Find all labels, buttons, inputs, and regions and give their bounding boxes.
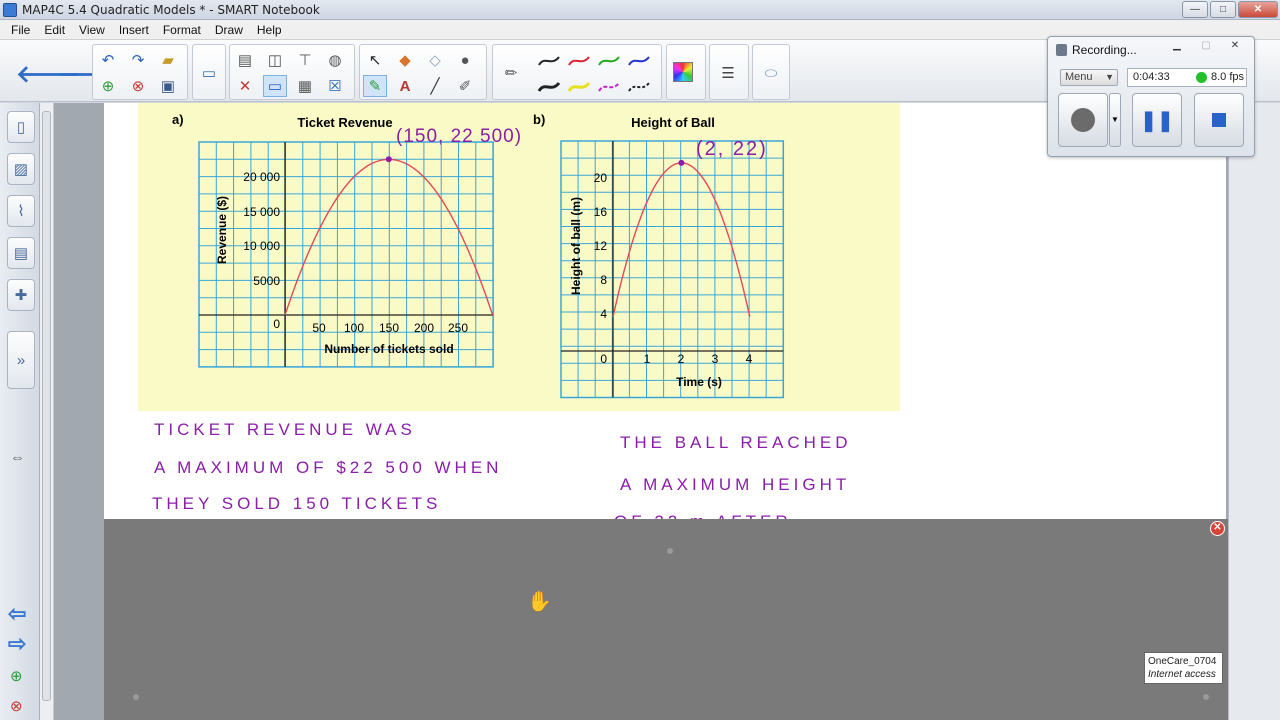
record-options-dropdown[interactable]: ▼ [1109,93,1121,147]
stop-button[interactable] [1194,93,1244,147]
graph-b-xlabel: Time (s) [676,375,722,389]
recorder-fps: 8.0 fps [1211,71,1245,83]
graph-a-label: a) [172,112,184,127]
recorder-title: Recording... [1072,43,1137,57]
recorder-window: Recording... ▁ ▢ ✕ Menu ▼ 0:04:33 8.0 fps… [1047,36,1255,157]
shade-close-icon[interactable]: ✕ [1210,521,1225,536]
recorder-icon [1056,44,1067,56]
tooltip-network-name: OneCare_0704 [1148,656,1217,667]
graph-b-ytick: 12 [594,239,608,253]
graph-b-label: b) [533,112,545,127]
recorder-elapsed-time: 0:04:33 [1133,71,1170,83]
graph-a-xtick: 50 [312,321,326,335]
graph-b-xtick: 1 [644,352,651,366]
graph-a-ytick: 5000 [253,274,280,288]
vertex-point [385,156,392,163]
note-left-line1: TICKET REVENUE WAS [154,420,416,439]
graph-b-xtick: 3 [712,352,719,366]
graph-a-xtick: 100 [344,321,364,335]
graph-b-annotation: (2, 22) [696,138,768,160]
network-tooltip: OneCare_0704 Internet access [1144,652,1223,684]
recorder-menu-label: Menu [1065,71,1093,83]
data-curve [612,162,751,317]
graph-b-ytick: 20 [594,171,608,185]
screen-shade[interactable] [104,519,1228,720]
graph-a-xtick: 200 [414,321,434,335]
recording-status-icon [1196,72,1207,83]
graph-b-ylabel: Height of ball (m) [569,197,583,295]
hand-cursor-icon: ✋ [527,591,552,613]
graph-a-xlabel: Number of tickets sold [324,342,453,356]
record-button[interactable] [1058,93,1108,147]
recorder-status-bar: 0:04:33 8.0 fps [1127,68,1247,87]
recorder-menu-dropdown[interactable]: Menu ▼ [1060,69,1118,86]
graph-a-ytick: 0 [273,317,280,331]
graph-a-annotation: (150, 22 500) [396,126,522,147]
note-left-line2: A MAXIMUM OF $22 500 WHEN [154,458,502,477]
graph-b-ytick: 16 [594,205,608,219]
smart-notebook-window: MAP4C 5.4 Quadratic Models * - SMART Not… [0,0,1280,720]
graph-b-xtick: 2 [678,352,685,366]
graph-b-ytick: 8 [600,273,607,287]
graph-b-curve [612,159,751,317]
graph-b-ytick: 4 [600,307,607,321]
graph-a-xtick: 150 [379,321,399,335]
shade-handle-top[interactable] [667,548,673,554]
pause-button[interactable]: ❚❚ [1132,93,1182,147]
pause-icon: ❚❚ [1140,109,1174,132]
graph-b-title: Height of Ball [631,115,715,130]
record-icon [1071,108,1095,132]
chevron-down-icon: ▼ [1105,72,1114,82]
graph-b-ytick: 0 [600,352,607,366]
stop-icon [1212,113,1226,127]
graph-a-ytick: 10 000 [243,239,280,253]
note-right-line1: THE BALL REACHED [620,433,852,452]
recorder-minimize-button[interactable]: ▁ [1164,40,1190,56]
graph-a-xtick: 250 [448,321,468,335]
graph-b-xtick: 4 [746,352,753,366]
shade-handle-right[interactable] [1203,694,1209,700]
recorder-window-controls: ▁ ▢ ✕ [1164,40,1248,56]
graph-a-ytick: 15 000 [243,205,280,219]
graph-a-title: Ticket Revenue [297,115,392,130]
graph-a-ylabel: Revenue ($) [215,196,229,264]
recorder-close-button[interactable]: ✕ [1222,40,1248,56]
note-left-line3: THEY SOLD 150 TICKETS [152,494,441,513]
recorder-maximize-button[interactable]: ▢ [1193,40,1219,56]
graph-a-ytick: 20 000 [243,170,280,184]
vertex-point [678,159,685,166]
shade-handle-left[interactable] [133,694,139,700]
tooltip-network-status: Internet access [1148,669,1216,680]
note-right-line2: A MAXIMUM HEIGHT [620,475,850,494]
